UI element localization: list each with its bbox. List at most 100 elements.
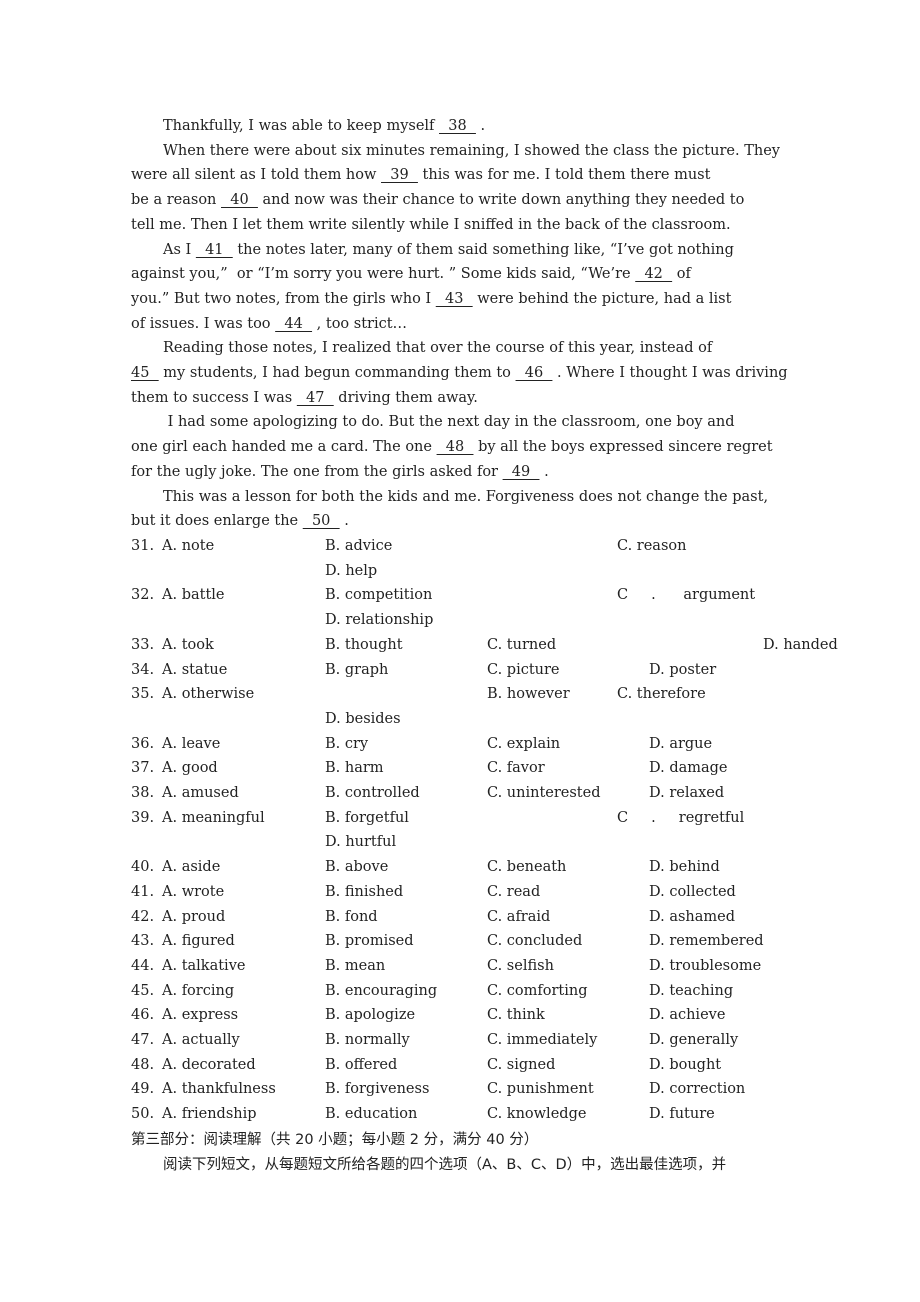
option-c: C. immediately xyxy=(487,1032,598,1048)
option-d: D. future xyxy=(649,1106,715,1123)
passage-line: tell me. Then I let them write silently … xyxy=(131,213,731,238)
option-d: D. teaching xyxy=(649,982,734,999)
passage-line: be a reason 40 and now was their chance … xyxy=(131,188,744,213)
option-b: B. encouraging xyxy=(325,982,438,999)
option-d: D. collected xyxy=(649,883,736,900)
passage-text: this was for me. I told them there must xyxy=(417,167,711,184)
passage-text: . xyxy=(539,463,549,480)
question-number: 41. xyxy=(131,883,155,900)
question-number: 37. xyxy=(131,760,155,777)
option-a: A. talkative xyxy=(162,957,246,974)
option-b: B. promised xyxy=(325,933,414,950)
question-number: 48. xyxy=(131,1056,155,1073)
option-b: B. mean xyxy=(325,957,386,974)
option-d: D. hurtful xyxy=(325,834,397,851)
passage-text: of xyxy=(672,266,691,283)
passage-text: . Where I thought I was driving xyxy=(552,365,788,381)
option-a: A. leave xyxy=(162,735,221,752)
option-c: C. favor xyxy=(487,760,545,777)
passage-line: one girl each handed me a card. The one … xyxy=(131,435,773,460)
option-d: D. correction xyxy=(649,1081,746,1098)
option-b: B. education xyxy=(325,1106,418,1123)
option-c: C. afraid xyxy=(487,908,551,925)
option-d: D. help xyxy=(325,562,378,579)
passage-text: , too strict… xyxy=(312,315,408,332)
passage-text: Reading those notes, I realized that ove… xyxy=(163,340,713,357)
option-d: D. poster xyxy=(649,661,717,678)
passage-text: the notes later, many of them said somet… xyxy=(232,241,734,258)
passage-line: them to success I was 47 driving them aw… xyxy=(131,386,478,411)
passage-line: Thankfully, I was able to keep myself 38… xyxy=(163,114,485,139)
option-a: A. meaningful xyxy=(162,809,265,826)
option-c: C. selfish xyxy=(487,957,554,974)
passage-line: Reading those notes, I realized that ove… xyxy=(163,336,712,361)
option-a: A. wrote xyxy=(162,883,225,900)
passage-text: be a reason xyxy=(131,192,222,209)
passage-text: were behind the picture, had a list xyxy=(472,290,732,307)
question-number: 45. xyxy=(131,982,155,999)
passage-text: Thankfully, I was able to keep myself xyxy=(163,118,440,134)
passage-text: of issues. I was too xyxy=(131,315,276,332)
option-a: A. proud xyxy=(162,908,226,925)
passage-text: them to success I was xyxy=(131,389,297,406)
option-b: B. however xyxy=(487,686,570,703)
passage-text: for the ugly joke. The one from the girl… xyxy=(131,463,503,480)
passage-line: of issues. I was too 44 , too strict… xyxy=(131,312,407,337)
option-b: B. forgiveness xyxy=(325,1081,430,1098)
answer-blank: 40 xyxy=(221,192,258,209)
option-c: C. explain xyxy=(487,735,561,752)
option-b: B. competition xyxy=(325,587,433,604)
option-b: B. normally xyxy=(325,1032,410,1048)
option-c: C. comforting xyxy=(487,982,588,999)
option-b: B. advice xyxy=(325,538,393,554)
option-c: C. turned xyxy=(487,636,557,653)
passage-text: my students, I had begun commanding them… xyxy=(158,365,516,381)
option-c: C. therefore xyxy=(617,686,706,703)
option-c: C . regretful xyxy=(617,809,745,826)
question-number: 49. xyxy=(131,1081,155,1098)
passage-text: . xyxy=(339,513,349,530)
option-d: D. relaxed xyxy=(649,785,725,801)
option-d: D. damage xyxy=(649,760,728,777)
option-c: C. knowledge xyxy=(487,1106,587,1123)
question-number: 42. xyxy=(131,908,155,925)
option-b: B. apologize xyxy=(325,1007,416,1024)
option-d: D. bought xyxy=(649,1056,722,1073)
question-number: 38. xyxy=(131,785,155,801)
option-c: C. punishment xyxy=(487,1081,594,1098)
exam-page: Thankfully, I was able to keep myself 38… xyxy=(0,0,920,1302)
answer-blank: 50 xyxy=(302,513,340,530)
option-c: C. picture xyxy=(487,661,560,678)
passage-text: and now was their chance to write down a… xyxy=(257,192,745,209)
question-number: 34. xyxy=(131,661,155,678)
passage-text: tell me. Then I let them write silently … xyxy=(131,216,731,233)
option-c: C. signed xyxy=(487,1056,556,1073)
option-b: B. controlled xyxy=(325,785,420,801)
option-d: D. ashamed xyxy=(649,908,736,925)
answer-blank: 43 xyxy=(435,290,473,307)
section-heading: 第三部分：阅读理解（共 20 小题；每小题 2 分，满分 40 分） xyxy=(131,1132,539,1148)
option-d: D. behind xyxy=(649,859,720,876)
option-a: A. amused xyxy=(162,785,239,801)
section-instruction: 阅读下列短文，从每题短文所给各题的四个选项（A、B、C、D）中，选出最佳选项，并 xyxy=(163,1157,727,1173)
answer-blank: 42 xyxy=(635,266,673,283)
passage-line: When there were about six minutes remain… xyxy=(163,139,780,164)
option-d: D. remembered xyxy=(649,933,764,950)
option-a: A. express xyxy=(162,1007,239,1024)
option-b: B. cry xyxy=(325,735,369,752)
question-number: 39. xyxy=(131,809,155,826)
answer-blank: 45 xyxy=(131,365,159,381)
passage-text: you.” But two notes, from the girls who … xyxy=(131,290,436,307)
answer-blank: 44 xyxy=(275,315,313,332)
answer-blank: 41 xyxy=(195,241,233,258)
passage-line: This was a lesson for both the kids and … xyxy=(163,485,768,510)
passage-line: 45 my students, I had begun commanding t… xyxy=(131,361,788,386)
answer-blank: 48 xyxy=(436,439,474,456)
option-d: D. relationship xyxy=(325,612,434,629)
option-d: D. handed xyxy=(763,636,838,653)
option-c: C. beneath xyxy=(487,859,567,876)
passage-text: This was a lesson for both the kids and … xyxy=(163,488,769,505)
passage-text: . xyxy=(475,118,486,134)
option-c: C. uninterested xyxy=(487,785,601,801)
passage-text: driving them away. xyxy=(333,389,478,406)
